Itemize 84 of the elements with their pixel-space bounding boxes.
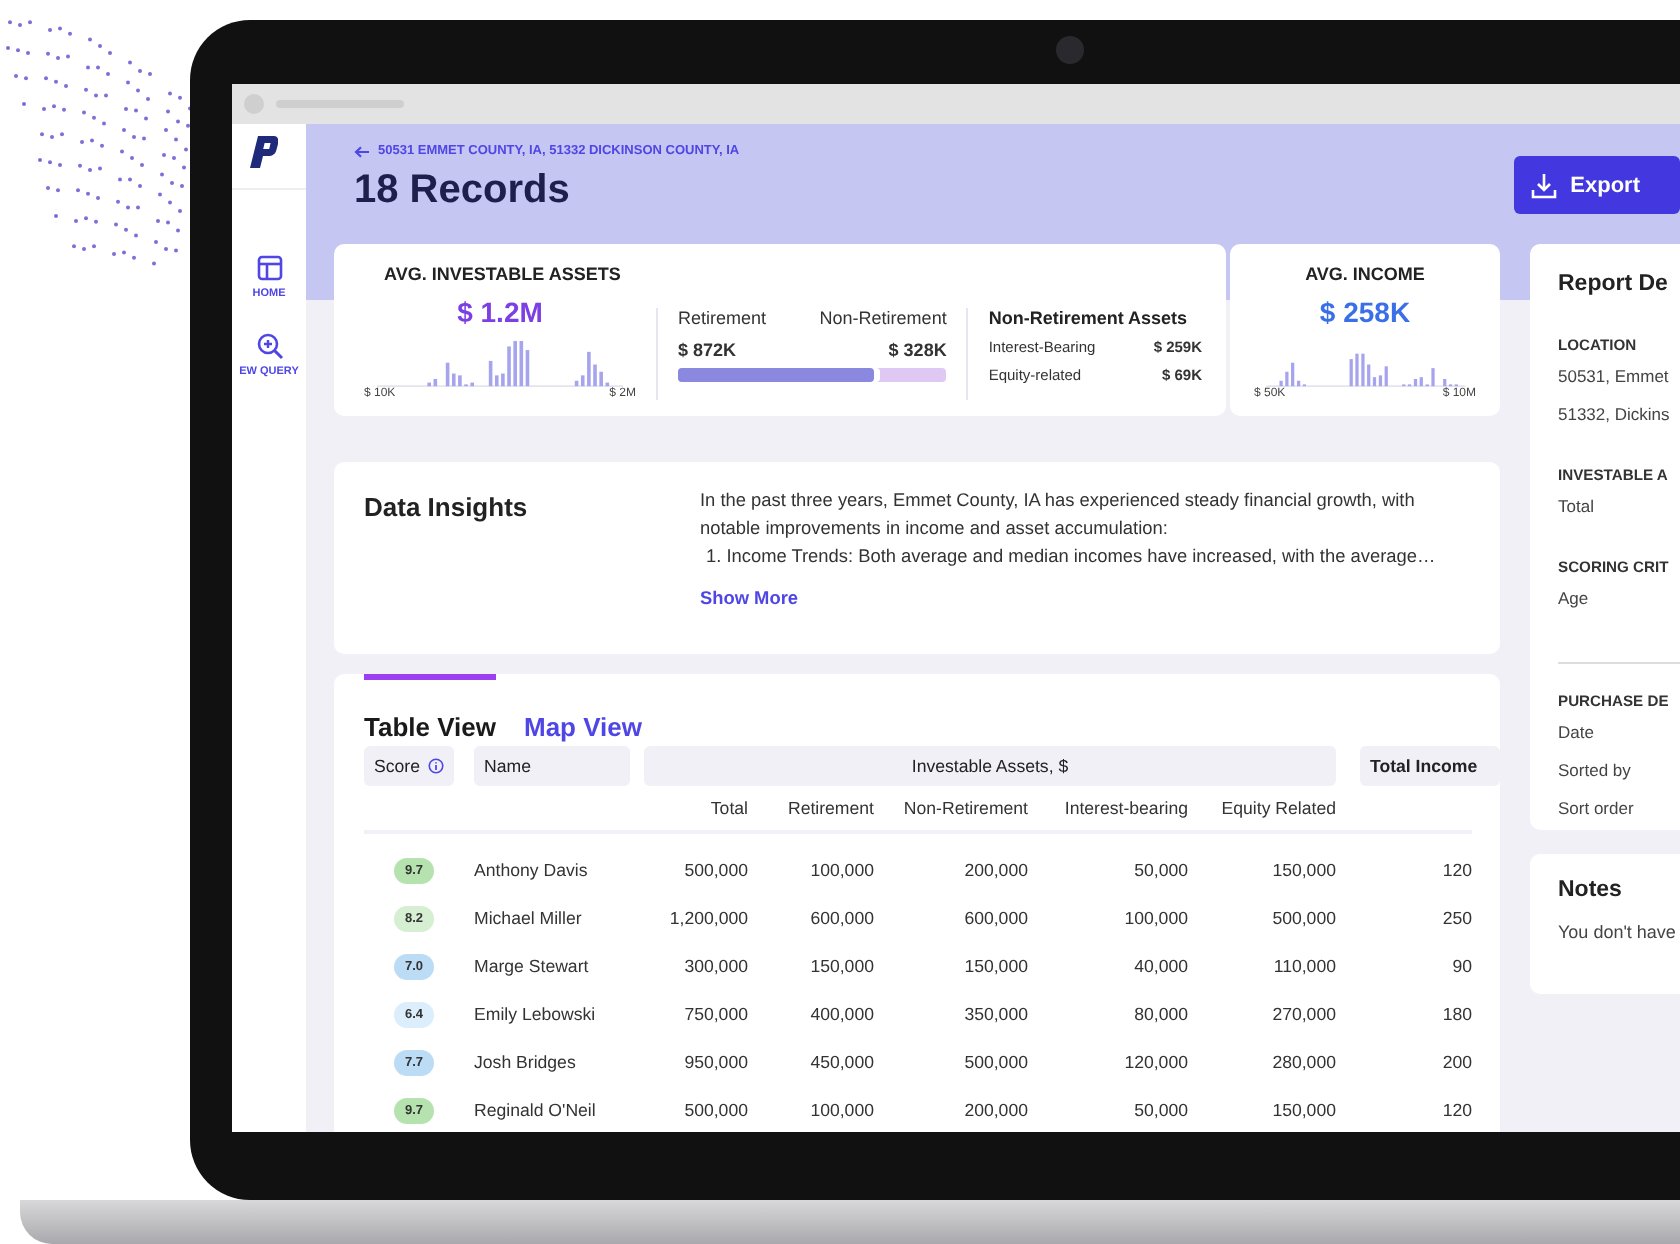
table-cell-text: 180	[1440, 1002, 1472, 1028]
table-cell-text: Josh Bridges	[472, 1050, 578, 1076]
table-cell-text: Marge Stewart	[472, 954, 591, 980]
detail-label: Age	[1558, 588, 1591, 608]
card-title: AVG. INCOME	[1305, 264, 1425, 284]
table-cell-text: 280,000	[1270, 1050, 1336, 1076]
average-value: $ 1.2M	[455, 296, 545, 328]
column-header[interactable]: Retirement	[748, 786, 874, 830]
table-cell-text: 270,000	[1270, 1002, 1336, 1028]
view-tab[interactable]: Map View	[524, 674, 643, 746]
table-cell-text: Emily Lebowski	[472, 1002, 598, 1028]
table-cell-text: 500,000	[962, 1050, 1028, 1076]
table-cell-text: 150,000	[1270, 858, 1336, 884]
camera-icon	[1056, 36, 1084, 64]
retirement-value: $ 872K	[678, 340, 737, 360]
detail-label: Total	[1558, 496, 1596, 516]
section-title: Non-Retirement Assets	[988, 308, 1190, 328]
export-button[interactable]: Export	[1514, 156, 1680, 214]
table-cell-text: 100,000	[808, 858, 874, 884]
column-header[interactable]: Equity Related	[1188, 786, 1336, 830]
average-value: $ 258K	[1319, 296, 1411, 328]
column-header[interactable]: Total	[644, 786, 748, 830]
table-cell-text: 120,000	[1122, 1050, 1188, 1076]
table-cell-text: 950,000	[682, 1050, 748, 1076]
table-cell-text: Michael Miller	[472, 906, 584, 932]
table-cell-text: 80,000	[1132, 1002, 1188, 1028]
column-header[interactable]: Interest-bearing	[1028, 786, 1188, 830]
detail-label: 50531, Emmet	[1558, 366, 1671, 386]
table-cell-text: 750,000	[682, 1002, 748, 1028]
column-header[interactable]: Non-Retirement	[874, 786, 1028, 830]
back-arrow-icon	[354, 145, 370, 157]
table-cell-text: 100,000	[808, 1098, 874, 1124]
download-icon	[1530, 171, 1559, 199]
column-group-header: Investable Assets, $	[644, 746, 1336, 786]
table-cell-text: 600,000	[808, 906, 874, 932]
table-cell-text: 500,000	[1270, 906, 1336, 932]
detail-label: Sort order	[1558, 798, 1636, 818]
page-title: 18 Records	[354, 168, 572, 214]
table-cell-text: 250	[1440, 906, 1472, 932]
zoom-in-icon	[255, 332, 283, 360]
legend-label: Retirement	[678, 308, 767, 328]
detail-label: Date	[1558, 722, 1596, 742]
table-cell-text: 600,000	[962, 906, 1028, 932]
legend-label: Non-Retirement	[819, 308, 947, 328]
table-cell-text: 200,000	[962, 1098, 1028, 1124]
table-cell-text: 150,000	[1270, 1098, 1336, 1124]
table-cell-text: 120	[1440, 858, 1472, 884]
insight-paragraph: In the past three years, Emmet County, IA has experienced steady financial growth, with notable improvements in income and asset accumulation:	[700, 488, 1417, 542]
show-more-link[interactable]: Show More	[700, 584, 799, 612]
card-title: Report De	[1558, 272, 1670, 296]
detail-label: Sorted by	[1558, 760, 1633, 780]
non-retirement-value: $ 328K	[888, 340, 947, 360]
card-title: Notes	[1558, 878, 1624, 902]
table-cell-text: 150,000	[962, 954, 1028, 980]
table-cell-text: 40,000	[1132, 954, 1188, 980]
table-cell-text: 300,000	[682, 954, 748, 980]
card-title: AVG. INVESTABLE ASSETS	[382, 264, 623, 284]
column-header[interactable]: Name	[474, 746, 630, 786]
table-cell-text: 200	[1440, 1050, 1472, 1076]
card-title: Data Insights	[364, 490, 530, 526]
info-icon	[427, 756, 444, 776]
table-cell-text: 150,000	[808, 954, 874, 980]
table-cell-text: 50,000	[1132, 858, 1188, 884]
notes-text: You don't have	[1558, 922, 1678, 942]
detail-label: 51332, Dickins	[1558, 404, 1672, 424]
table-cell-text: 90	[1450, 954, 1472, 980]
table-cell-text: 100,000	[1122, 906, 1188, 932]
layout-icon	[255, 254, 283, 282]
table-cell-text: 500,000	[682, 1098, 748, 1124]
table-cell-text: 200,000	[962, 858, 1028, 884]
table-cell-text: 500,000	[682, 858, 748, 884]
column-header[interactable]: Total Income	[1360, 746, 1500, 786]
logo-icon	[249, 136, 277, 168]
table-cell-text: 350,000	[962, 1002, 1028, 1028]
table-cell-text: 50,000	[1132, 1098, 1188, 1124]
table-cell-text: Anthony Davis	[472, 858, 590, 884]
table-cell-text: 450,000	[808, 1050, 874, 1076]
table-cell-text: 120	[1440, 1098, 1472, 1124]
table-cell-text: 110,000	[1271, 954, 1336, 980]
table-cell-text: 1,200,000	[667, 906, 748, 932]
insight-list-item: 1. Income Trends: Both average and median incomes have increased, with the average…	[704, 544, 1438, 570]
column-header[interactable]: Score	[364, 746, 454, 786]
table-cell-text: Reginald O'Neil	[472, 1098, 598, 1124]
table-cell-text: 400,000	[808, 1002, 874, 1028]
